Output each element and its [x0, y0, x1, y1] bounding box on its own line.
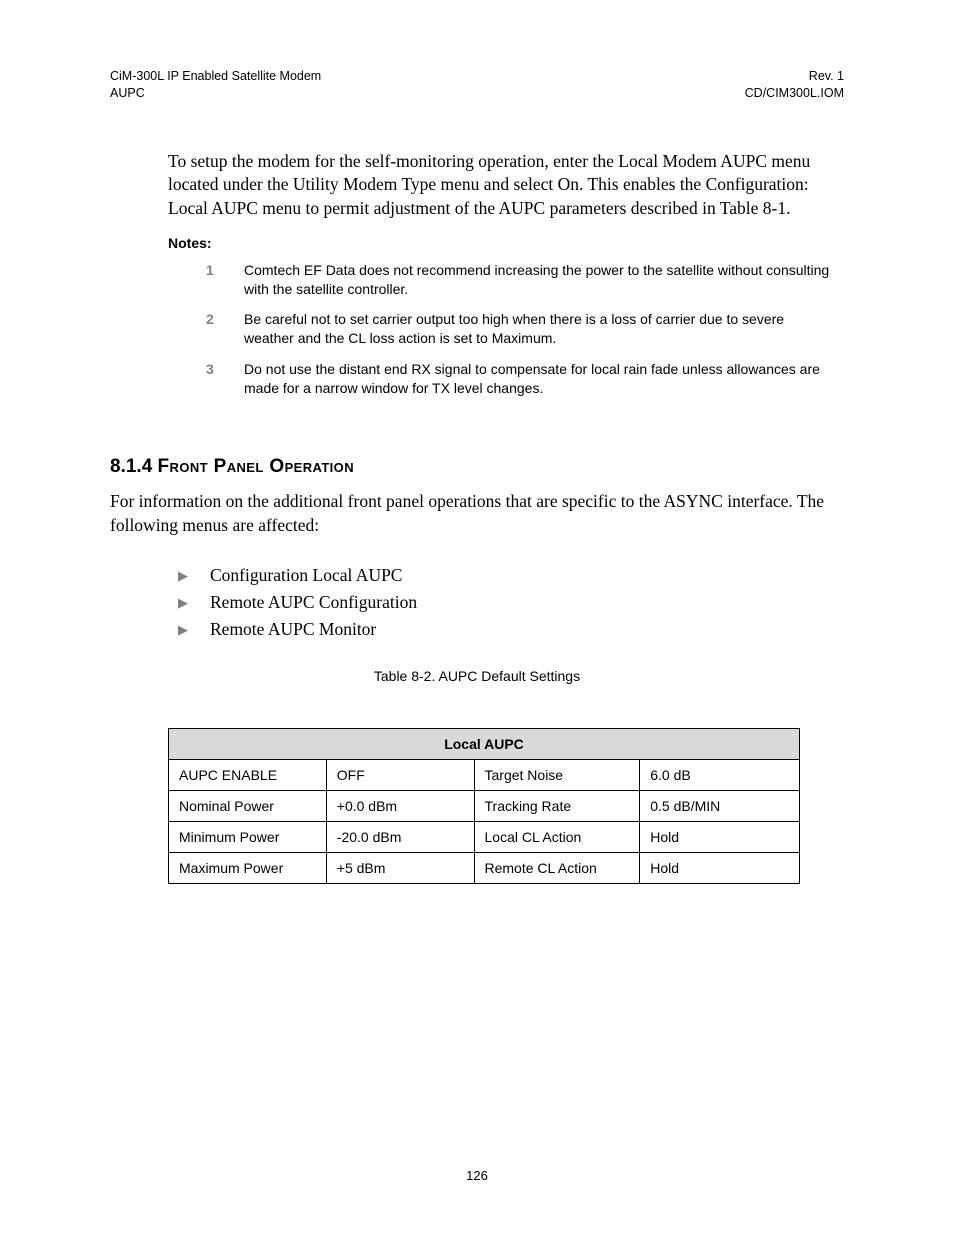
table-cell: Hold [640, 822, 800, 853]
note-item: 3 Do not use the distant end RX signal t… [206, 360, 834, 398]
note-item: 2 Be careful not to set carrier output t… [206, 310, 834, 348]
notes-heading: Notes: [168, 235, 844, 251]
section-heading: 8.1.4 Front Panel Operation [110, 456, 844, 478]
section-intro: For information on the additional front … [110, 490, 844, 537]
table-cell: Local CL Action [474, 822, 640, 853]
table-cell: OFF [326, 760, 474, 791]
table-cell: Hold [640, 853, 800, 884]
list-item-text: Remote AUPC Monitor [210, 619, 376, 640]
table-row: Minimum Power -20.0 dBm Local CL Action … [169, 822, 800, 853]
aupc-settings-table: Local AUPC AUPC ENABLE OFF Target Noise … [168, 728, 800, 884]
page-number: 126 [0, 1168, 954, 1183]
note-text: Be careful not to set carrier output too… [244, 310, 834, 348]
table-cell: Maximum Power [169, 853, 327, 884]
table-row: Nominal Power +0.0 dBm Tracking Rate 0.5… [169, 791, 800, 822]
section-number: 8.1.4 [110, 456, 152, 477]
header-right-line2: CD/CIM300L.IOM [745, 85, 844, 102]
table-row: Maximum Power +5 dBm Remote CL Action Ho… [169, 853, 800, 884]
table-cell: 0.5 dB/MIN [640, 791, 800, 822]
table-row: AUPC ENABLE OFF Target Noise 6.0 dB [169, 760, 800, 791]
table-cell: +5 dBm [326, 853, 474, 884]
table-cell: -20.0 dBm [326, 822, 474, 853]
note-item: 1 Comtech EF Data does not recommend inc… [206, 261, 834, 299]
triangle-bullet-icon: ▶ [178, 568, 210, 584]
table-cell: Minimum Power [169, 822, 327, 853]
header-left-line1: CiM-300L IP Enabled Satellite Modem [110, 68, 321, 85]
header-right: Rev. 1 CD/CIM300L.IOM [745, 68, 844, 102]
triangle-bullet-icon: ▶ [178, 595, 210, 611]
table-caption: Table 8-2. AUPC Default Settings [110, 668, 844, 684]
header-left-line2: AUPC [110, 85, 321, 102]
page-header: CiM-300L IP Enabled Satellite Modem AUPC… [110, 68, 844, 102]
triangle-bullet-icon: ▶ [178, 622, 210, 638]
table-cell: AUPC ENABLE [169, 760, 327, 791]
table-cell: Target Noise [474, 760, 640, 791]
list-item: ▶ Remote AUPC Configuration [178, 592, 844, 613]
section-title: Front Panel Operation [158, 456, 354, 477]
note-number: 3 [206, 360, 244, 398]
list-item: ▶ Configuration Local AUPC [178, 565, 844, 586]
header-right-line1: Rev. 1 [745, 68, 844, 85]
list-item-text: Configuration Local AUPC [210, 565, 402, 586]
table-cell: Nominal Power [169, 791, 327, 822]
note-text: Do not use the distant end RX signal to … [244, 360, 834, 398]
table-cell: Tracking Rate [474, 791, 640, 822]
table-cell: +0.0 dBm [326, 791, 474, 822]
table-cell: Remote CL Action [474, 853, 640, 884]
table-cell: 6.0 dB [640, 760, 800, 791]
intro-paragraph: To setup the modem for the self-monitori… [168, 150, 844, 221]
list-item: ▶ Remote AUPC Monitor [178, 619, 844, 640]
note-number: 1 [206, 261, 244, 299]
note-number: 2 [206, 310, 244, 348]
list-item-text: Remote AUPC Configuration [210, 592, 417, 613]
header-left: CiM-300L IP Enabled Satellite Modem AUPC [110, 68, 321, 102]
table-title: Local AUPC [169, 729, 800, 760]
note-text: Comtech EF Data does not recommend incre… [244, 261, 834, 299]
